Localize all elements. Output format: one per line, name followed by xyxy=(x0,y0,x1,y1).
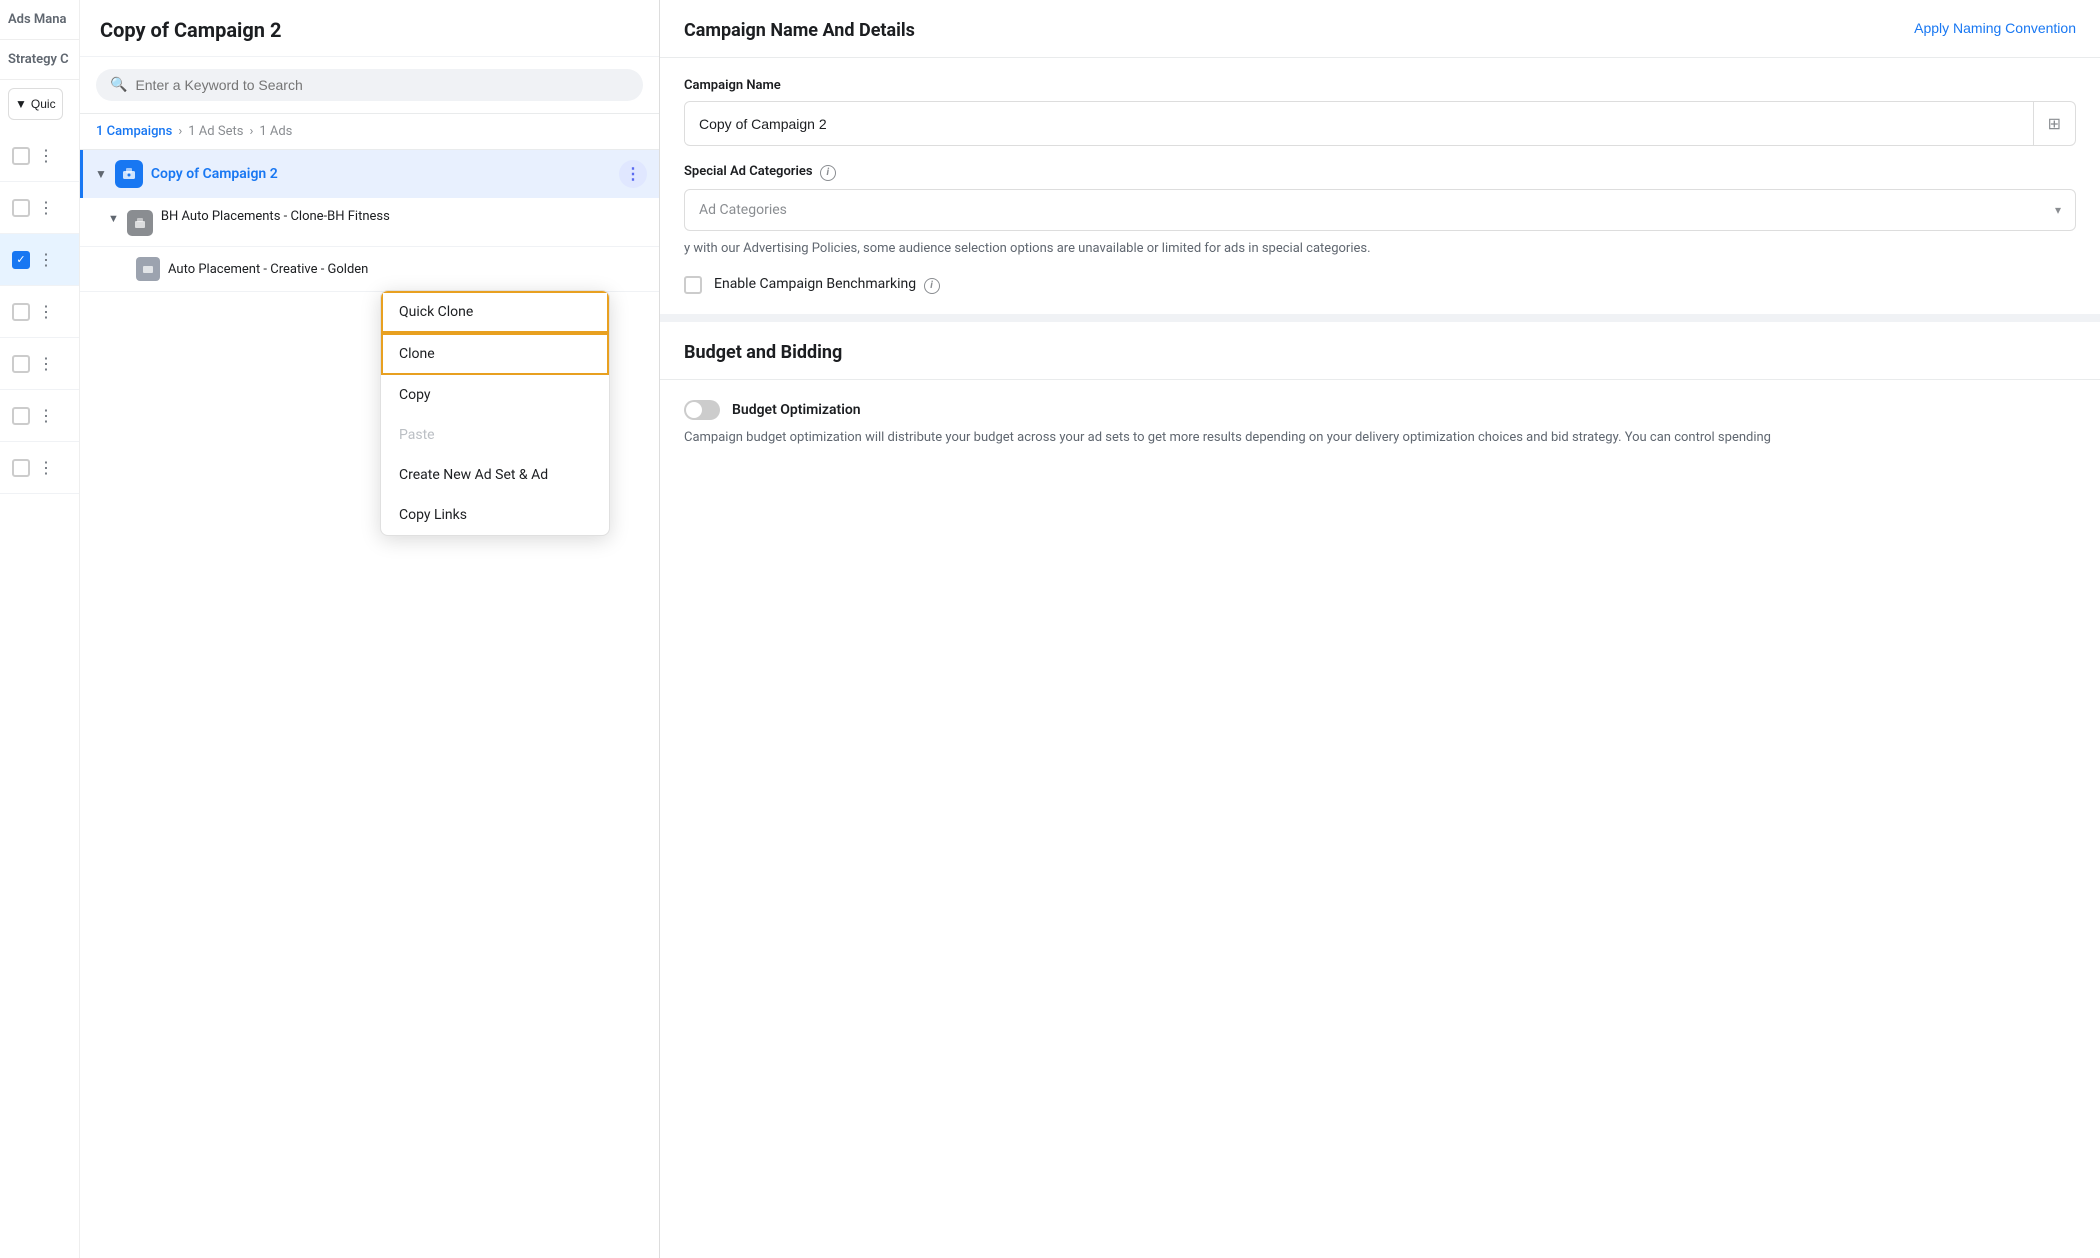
tree-panel: Copy of Campaign 2 🔍 1 Campaigns › 1 Ad … xyxy=(80,0,660,1258)
sidebar-row-6: ⋮ xyxy=(0,390,79,442)
section2-body: Budget Optimization Campaign budget opti… xyxy=(660,380,2100,469)
budget-optimization-toggle[interactable] xyxy=(684,400,720,420)
ad-icon xyxy=(136,257,160,281)
menu-item-clone[interactable]: Clone xyxy=(381,333,609,375)
menu-item-create-adset[interactable]: Create New Ad Set & Ad xyxy=(381,455,609,495)
search-input[interactable] xyxy=(135,77,629,93)
checkbox-3[interactable] xyxy=(12,251,30,269)
campaign-name: Copy of Campaign 2 xyxy=(151,166,611,182)
menu-item-copy-links[interactable]: Copy Links xyxy=(381,495,609,535)
sidebar-row-5: ⋮ xyxy=(0,338,79,390)
campaign-name-label: Campaign Name xyxy=(684,78,2076,93)
sidebar-row-7: ⋮ xyxy=(0,442,79,494)
strategy-label: Strategy C xyxy=(0,40,79,80)
section2-title: Budget and Bidding xyxy=(684,342,2076,363)
dots-menu-1[interactable]: ⋮ xyxy=(38,146,55,165)
campaign-name-input[interactable] xyxy=(685,104,2033,144)
search-wrapper: 🔍 xyxy=(96,69,643,101)
app-sidebar: Ads Mana Strategy C ▼ Quic ⋮ ⋮ ⋮ ⋮ xyxy=(0,0,80,1258)
sidebar-row-2: ⋮ xyxy=(0,182,79,234)
campaign-arrow: ▼ xyxy=(95,167,107,181)
special-ad-label: Special Ad Categories i xyxy=(684,164,2076,181)
campaign-icon xyxy=(115,160,143,188)
section1-title: Campaign Name And Details xyxy=(684,20,2076,41)
benchmarking-label: Enable Campaign Benchmarking i xyxy=(714,276,940,294)
section-divider xyxy=(660,314,2100,322)
special-ad-placeholder: Ad Categories xyxy=(699,202,787,218)
sidebar-row-4: ⋮ xyxy=(0,286,79,338)
checkbox-6[interactable] xyxy=(12,407,30,425)
adset-row[interactable]: ▼ BH Auto Placements - Clone-BH Fitness xyxy=(80,198,659,247)
dots-menu-6[interactable]: ⋮ xyxy=(38,406,55,425)
benchmarking-checkbox[interactable] xyxy=(684,276,702,294)
checkbox-1[interactable] xyxy=(12,147,30,165)
app-title: Ads Mana xyxy=(0,0,79,40)
checkbox-2[interactable] xyxy=(12,199,30,217)
ad-row[interactable]: Auto Placement - Creative - Golden xyxy=(80,247,659,292)
menu-item-copy[interactable]: Copy xyxy=(381,375,609,415)
benchmarking-info-icon[interactable]: i xyxy=(924,278,940,294)
breadcrumb-sep-2: › xyxy=(249,124,253,139)
breadcrumb: 1 Campaigns › 1 Ad Sets › 1 Ads xyxy=(80,114,659,150)
benchmarking-row: Enable Campaign Benchmarking i xyxy=(684,276,2076,294)
search-icon: 🔍 xyxy=(110,77,127,93)
dots-menu-2[interactable]: ⋮ xyxy=(38,198,55,217)
breadcrumb-sep-1: › xyxy=(178,124,182,139)
context-menu: Quick Clone Clone Copy Paste Create New … xyxy=(380,290,610,536)
sidebar-row-1: ⋮ xyxy=(0,130,79,182)
campaign-name-icon[interactable]: ⊞ xyxy=(2033,102,2075,145)
dots-menu-3[interactable]: ⋮ xyxy=(38,250,55,269)
select-arrow-icon: ▾ xyxy=(2055,203,2061,217)
panel-title: Copy of Campaign 2 xyxy=(80,0,659,57)
checkbox-5[interactable] xyxy=(12,355,30,373)
quick-button[interactable]: ▼ Quic xyxy=(8,88,63,120)
adset-icon xyxy=(127,210,153,236)
apply-naming-button[interactable]: Apply Naming Convention xyxy=(1914,20,2076,36)
breadcrumb-ads[interactable]: 1 Ads xyxy=(259,124,292,139)
menu-item-paste[interactable]: Paste xyxy=(381,415,609,455)
section1-body: Campaign Name ⊞ Special Ad Categories i … xyxy=(660,58,2100,314)
adset-name: BH Auto Placements - Clone-BH Fitness xyxy=(161,208,647,226)
campaign-details-section: Apply Naming Convention Campaign Name An… xyxy=(660,0,2100,58)
campaign-name-field: Campaign Name ⊞ xyxy=(684,78,2076,146)
adset-arrow: ▼ xyxy=(108,212,119,225)
breadcrumb-campaigns[interactable]: 1 Campaigns xyxy=(96,124,172,139)
sidebar-row-3: ⋮ xyxy=(0,234,79,286)
special-ad-info-icon[interactable]: i xyxy=(820,165,836,181)
breadcrumb-adsets[interactable]: 1 Ad Sets xyxy=(188,124,243,139)
dots-menu-5[interactable]: ⋮ xyxy=(38,354,55,373)
sidebar-checkbox-list: ⋮ ⋮ ⋮ ⋮ ⋮ ⋮ ⋮ xyxy=(0,130,79,494)
checkbox-4[interactable] xyxy=(12,303,30,321)
filter-icon: ▼ xyxy=(15,97,27,111)
campaign-name-input-row: ⊞ xyxy=(684,101,2076,146)
special-ad-select[interactable]: Ad Categories ▾ xyxy=(684,189,2076,231)
special-ad-helper: y with our Advertising Policies, some au… xyxy=(684,239,2076,259)
checkbox-7[interactable] xyxy=(12,459,30,477)
right-panel: Apply Naming Convention Campaign Name An… xyxy=(660,0,2100,1258)
dots-menu-7[interactable]: ⋮ xyxy=(38,458,55,477)
menu-item-quick-clone[interactable]: Quick Clone xyxy=(381,291,609,333)
dots-menu-4[interactable]: ⋮ xyxy=(38,302,55,321)
campaign-more-button[interactable]: ⋮ xyxy=(619,160,647,188)
special-ad-field: Special Ad Categories i Ad Categories ▾ … xyxy=(684,164,2076,258)
budget-optimization-row: Budget Optimization xyxy=(684,400,2076,420)
search-area: 🔍 xyxy=(80,57,659,114)
budget-optimization-label: Budget Optimization xyxy=(732,402,861,418)
ad-name: Auto Placement - Creative - Golden xyxy=(168,262,368,277)
budget-optimization-description: Campaign budget optimization will distri… xyxy=(684,428,2076,449)
budget-section-header: Budget and Bidding xyxy=(660,322,2100,380)
campaign-row[interactable]: ▼ Copy of Campaign 2 ⋮ xyxy=(80,150,659,198)
right-panel-inner: Apply Naming Convention Campaign Name An… xyxy=(660,0,2100,1258)
